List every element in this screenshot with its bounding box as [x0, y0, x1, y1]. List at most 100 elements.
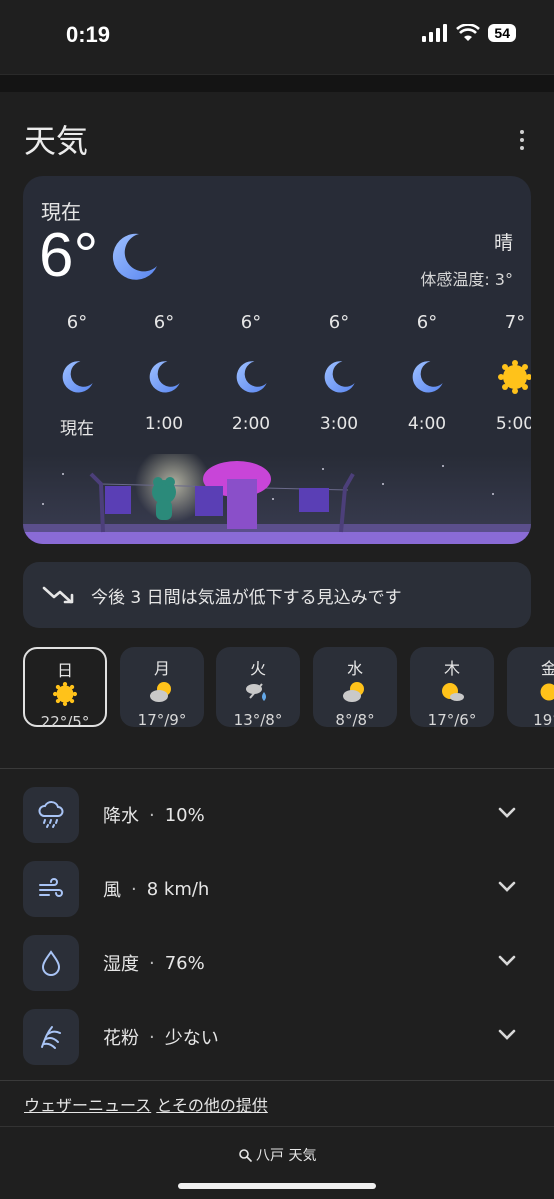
- hourly-time: 5:00: [495, 414, 531, 434]
- current-weather-card[interactable]: 現在 6° 晴 体感温度: 3° 6° 現在 6° 1:00 6° 2:00 6…: [23, 176, 531, 544]
- hourly-time: 1:00: [144, 414, 184, 434]
- hourly-item: 6° 現在: [37, 312, 117, 439]
- separator-dot: ·: [149, 1026, 155, 1048]
- attribution-rest[interactable]: とその他の提供: [156, 1096, 268, 1115]
- night-scene-illustration: [23, 454, 531, 544]
- battery-icon: 54: [488, 24, 516, 42]
- weathernews-link[interactable]: ウェザーニュース: [24, 1096, 151, 1115]
- feels-like-text: 体感温度: 3°: [420, 270, 513, 289]
- precipitation-icon-box: [23, 787, 79, 843]
- chevron-down-icon[interactable]: [497, 1028, 517, 1042]
- day-name: 日: [56, 661, 73, 680]
- humidity-icon: [41, 950, 61, 976]
- precipitation-row[interactable]: 降水 · 10%: [23, 786, 531, 844]
- day-item-wed[interactable]: 水 8°/8°: [313, 647, 397, 727]
- humidity-row[interactable]: 湿度 · 76%: [23, 934, 531, 992]
- sun-icon: [540, 683, 554, 701]
- status-time: 0:19: [66, 22, 111, 47]
- pollen-icon: [41, 1026, 61, 1049]
- home-indicator[interactable]: [178, 1183, 376, 1189]
- day-item-thu[interactable]: 木 17°/6°: [410, 647, 494, 727]
- divider: [0, 1080, 554, 1081]
- day-temps: 17°/9°: [137, 711, 187, 727]
- dot-icon: [520, 146, 524, 150]
- hourly-time: 3:00: [319, 414, 359, 434]
- partly-cloudy-icon: [343, 682, 364, 702]
- daily-forecast[interactable]: 日 22°/5° 月 17°/9° 火 13°/8° 水 8°/8° 木 17°…: [23, 647, 554, 727]
- hourly-item: 7° 5:00: [475, 312, 531, 434]
- separator-dot: ·: [149, 952, 155, 974]
- condition-text: 晴: [493, 232, 513, 254]
- wind-row[interactable]: 風 · 8 km/h: [23, 860, 531, 918]
- trend-text: 今後 3 日間は気温が低下する見込みです: [91, 587, 402, 608]
- pollen-icon-box: [23, 1009, 79, 1065]
- detail-value: 76%: [164, 952, 205, 974]
- hourly-item: 6° 3:00: [299, 312, 379, 434]
- day-temps: 22°/5°: [40, 713, 90, 727]
- attribution: ウェザーニュース とその他の提供: [24, 1092, 268, 1116]
- chevron-down-icon[interactable]: [497, 880, 517, 894]
- wind-icon: [39, 878, 63, 897]
- header: 天気: [24, 110, 534, 170]
- day-temps: 19°/: [533, 711, 554, 727]
- day-item-tue[interactable]: 火 13°/8°: [216, 647, 300, 727]
- pollen-row[interactable]: 花粉 · 少ない: [23, 1008, 531, 1066]
- partly-cloudy-icon: [150, 682, 171, 702]
- detail-label: 湿度: [103, 954, 139, 975]
- search-icon: [238, 1149, 252, 1162]
- detail-label: 花粉: [103, 1028, 139, 1049]
- chevron-down-icon[interactable]: [497, 954, 517, 968]
- wifi-icon: [456, 24, 481, 41]
- moon-icon: [324, 361, 355, 393]
- day-item-mon[interactable]: 月 17°/9°: [120, 647, 204, 727]
- current-temp: 6°: [39, 221, 99, 290]
- search-query: 八戸 天気: [256, 1148, 317, 1164]
- hourly-time: 2:00: [231, 414, 271, 434]
- day-temps: 17°/6°: [427, 711, 477, 727]
- trend-down-icon: [42, 586, 74, 604]
- day-item-fri[interactable]: 金 19°/: [507, 647, 554, 727]
- hourly-temp: 6°: [153, 312, 175, 333]
- bottom-bar: 八戸 天気: [0, 1126, 554, 1199]
- day-name: 水: [346, 659, 363, 678]
- humidity-icon-box: [23, 935, 79, 991]
- day-name: 木: [443, 659, 460, 678]
- rain-cloud-icon: [246, 683, 266, 701]
- hourly-time: 現在: [60, 419, 94, 439]
- wind-icon-box: [23, 861, 79, 917]
- detail-value: 少ない: [164, 1028, 219, 1049]
- status-icons: 54: [422, 24, 516, 42]
- hourly-temp: 7°: [504, 312, 526, 333]
- signal-icon: [422, 24, 448, 42]
- hourly-item: 6° 1:00: [124, 312, 204, 434]
- moon-icon: [112, 233, 157, 280]
- more-options-button[interactable]: [512, 126, 532, 154]
- day-name: 金: [540, 659, 554, 678]
- hourly-temp: 6°: [240, 312, 262, 333]
- hourly-forecast[interactable]: 6° 現在 6° 1:00 6° 2:00 6° 3:00 6° 4:00 7°: [23, 312, 531, 452]
- chevron-down-icon[interactable]: [497, 806, 517, 820]
- sun-cloud-icon: [442, 683, 464, 701]
- dot-icon: [520, 138, 524, 142]
- day-name: 火: [249, 659, 266, 678]
- hourly-temp: 6°: [416, 312, 438, 333]
- hourly-temp: 6°: [328, 312, 350, 333]
- day-temps: 8°/8°: [335, 711, 375, 727]
- hourly-time: 4:00: [407, 414, 447, 434]
- day-item-sun[interactable]: 日 22°/5°: [23, 647, 107, 727]
- detail-value: 8 km/h: [146, 878, 210, 900]
- status-bar: 0:19 54: [0, 0, 554, 74]
- moon-icon: [412, 361, 443, 393]
- moon-icon: [236, 361, 267, 393]
- sun-icon: [53, 682, 77, 706]
- divider: [0, 768, 554, 769]
- moon-icon: [149, 361, 180, 393]
- temperature-trend-card[interactable]: 今後 3 日間は気温が低下する見込みです: [23, 562, 531, 628]
- search-query-chip[interactable]: 八戸 天気: [0, 1145, 554, 1165]
- dot-icon: [520, 130, 524, 134]
- top-strip: [0, 74, 554, 92]
- separator-dot: ·: [149, 804, 155, 826]
- hourly-item: 6° 2:00: [211, 312, 291, 434]
- separator-dot: ·: [131, 878, 137, 900]
- moon-icon: [62, 361, 93, 393]
